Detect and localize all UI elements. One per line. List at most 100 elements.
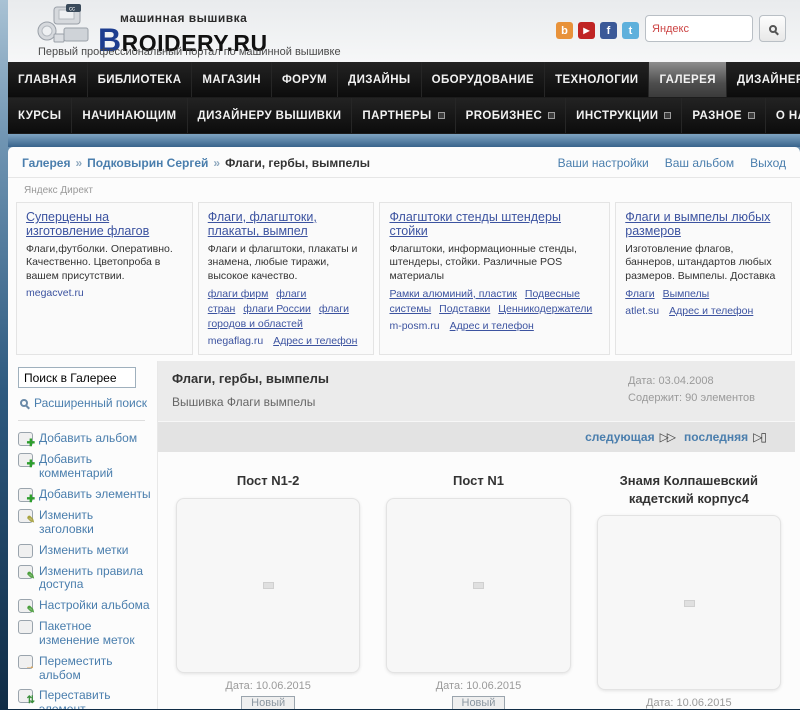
- sidebar-reorder-item[interactable]: Переставить элемент: [18, 688, 151, 709]
- next-page-link[interactable]: следующая: [585, 430, 654, 444]
- main-nav: ГЛАВНАЯ БИБЛИОТЕКА МАГАЗИН ФОРУМ ДИЗАЙНЫ…: [8, 62, 800, 134]
- ad-title-link[interactable]: Флаги и вымпелы любых размеров: [625, 210, 782, 239]
- nav-glavnaya[interactable]: ГЛАВНАЯ: [8, 62, 88, 97]
- content-area: Галерея» Подковырин Сергей» Флаги, гербы, …: [8, 147, 800, 709]
- item-thumbnail[interactable]: [596, 515, 781, 691]
- nav-kursy[interactable]: КУРСЫ: [8, 98, 73, 133]
- last-page-icon[interactable]: ▷▯: [753, 430, 767, 444]
- yandex-search-button[interactable]: [759, 15, 786, 42]
- gallery-item: Знамя Колпашевский кадетский корпус4 Дат…: [591, 472, 787, 709]
- ad-domain: atlet.su: [625, 304, 660, 317]
- breadcrumb-author[interactable]: Подковырин Сергей: [87, 156, 208, 170]
- nav-partnery[interactable]: ПАРТНЕРЫ: [352, 98, 456, 133]
- sidebar-add-comment[interactable]: Добавить комментарий: [18, 453, 151, 481]
- item-title[interactable]: Пост N1: [380, 472, 576, 490]
- gallery-search-input[interactable]: [18, 367, 136, 389]
- ad-block: Флаги и вымпелы любых размеров Изготовле…: [615, 202, 792, 356]
- sidebar-edit-tags[interactable]: Изменить метки: [18, 543, 151, 558]
- nav-magazin[interactable]: МАГАЗИН: [192, 62, 272, 97]
- album-panel: Флаги, гербы, вымпелы Вышивка Флаги вымп…: [158, 361, 800, 709]
- sidebar-add-album[interactable]: Добавить альбом: [18, 432, 151, 449]
- site-tagline: Первый профессиональный портал по машинн…: [38, 46, 341, 58]
- breadcrumb-current: Флаги, гербы, вымпелы: [225, 156, 370, 170]
- yandex-search-input[interactable]: [645, 15, 753, 42]
- reorder-item-icon: [18, 689, 35, 706]
- nav-forum[interactable]: ФОРУМ: [271, 62, 338, 97]
- sidebar-move-album[interactable]: Переместить альбом: [18, 654, 151, 683]
- pagination-bar: следующая ▷▷ последняя ▷▯: [158, 421, 795, 453]
- twitter-icon[interactable]: t: [622, 22, 639, 39]
- item-date: Дата: 10.06.2015: [225, 679, 311, 692]
- next-page-icon[interactable]: ▷▷: [660, 430, 677, 444]
- gallery-item: Пост N1 Дата: 10.06.2015 Новый « операци…: [380, 472, 576, 709]
- nav-row-2: КУРСЫ НАЧИНАЮЩИМ ДИЗАЙНЕРУ ВЫШИВКИ ПАРТН…: [8, 98, 800, 134]
- youtube-icon[interactable]: ▶: [578, 22, 595, 39]
- edit-tags-icon: [18, 543, 33, 558]
- ad-sublink[interactable]: Подставки: [439, 303, 490, 315]
- ad-sublink[interactable]: Рамки алюминий, пластик: [389, 288, 516, 300]
- ad-domain: megaflag.ru: [207, 335, 264, 348]
- nav-dizayneru-vyshivki[interactable]: ДИЗАЙНЕРУ ВЫШИВКИ: [187, 98, 353, 133]
- blogger-icon[interactable]: b: [556, 22, 573, 39]
- sidebar-add-items[interactable]: Добавить элементы: [18, 487, 151, 505]
- ad-block: Суперцены на изготовление флагов Флаги,ф…: [16, 202, 193, 356]
- ad-contact-link[interactable]: Адрес и телефон: [450, 320, 534, 332]
- breadcrumb: Галерея» Подковырин Сергей» Флаги, гербы, …: [22, 156, 370, 170]
- ad-contact-link[interactable]: Адрес и телефон: [273, 335, 357, 347]
- ad-sublink[interactable]: флаги России: [243, 303, 311, 315]
- user-album-link[interactable]: Ваш альбом: [665, 156, 734, 170]
- ad-title-link[interactable]: Флаги, флагштоки, плакаты, вымпел: [208, 210, 365, 239]
- last-page-link[interactable]: последняя: [684, 430, 748, 444]
- gallery-sidebar: Расширенный поиск Добавить альбом Добави…: [8, 361, 158, 709]
- social-links: b ▶ f t: [556, 22, 639, 39]
- ad-sublink[interactable]: Флаги: [625, 288, 654, 300]
- item-thumbnail[interactable]: [176, 497, 361, 673]
- advanced-search-link[interactable]: Расширенный поиск: [20, 396, 151, 410]
- dropdown-indicator-icon: [548, 112, 556, 119]
- nav-tekhnologii[interactable]: ТЕХНОЛОГИИ: [545, 62, 650, 97]
- breadcrumb-galereya[interactable]: Галерея: [22, 156, 70, 170]
- album-date: Дата: 03.04.2008: [628, 375, 714, 388]
- item-thumbnail[interactable]: [386, 497, 571, 673]
- nav-probiznes[interactable]: PROБИЗНЕС: [455, 98, 567, 133]
- ad-sublink[interactable]: флаги фирм: [208, 288, 269, 300]
- item-title[interactable]: Пост N1-2: [170, 472, 366, 490]
- album-subtitle: Вышивка Флаги вымпелы: [172, 395, 316, 410]
- nav-o-nas[interactable]: О НАС: [765, 98, 800, 133]
- sidebar-batch-tags[interactable]: Пакетное изменение меток: [18, 619, 151, 648]
- logout-link[interactable]: Выход: [750, 156, 786, 170]
- add-album-icon: [18, 432, 35, 449]
- sidebar-edit-titles[interactable]: Изменить заголовки: [18, 508, 151, 537]
- nav-dizaynery[interactable]: ДИЗАЙНЕРЫ: [726, 62, 800, 97]
- nav-dizayny[interactable]: ДИЗАЙНЫ: [337, 62, 422, 97]
- sidebar-album-settings[interactable]: Настройки альбома: [18, 598, 151, 616]
- sidebar-edit-permissions[interactable]: Изменить правила доступа: [18, 564, 151, 593]
- ad-sublink[interactable]: Вымпелы: [663, 288, 710, 300]
- ad-title-link[interactable]: Флагштоки стенды штендеры стойки: [389, 210, 600, 239]
- user-settings-link[interactable]: Ваши настройки: [558, 156, 649, 170]
- ad-body: Изготовление флагов, баннеров, штандарто…: [625, 242, 776, 283]
- ad-title-link[interactable]: Суперцены на изготовление флагов: [26, 210, 183, 239]
- decorative-strip: [8, 134, 800, 147]
- gallery-item: Пост N1-2 Дата: 10.06.2015 Новый « опера…: [170, 472, 366, 709]
- gallery-grid: Пост N1-2 Дата: 10.06.2015 Новый « опера…: [158, 452, 795, 709]
- ad-sublink[interactable]: Ценникодержатели: [498, 303, 592, 315]
- album-title: Флаги, гербы, вымпелы: [172, 371, 329, 387]
- ad-body: Флаги и флагштоки, плакаты и знамена, лю…: [207, 242, 358, 283]
- item-date: Дата: 10.06.2015: [646, 697, 732, 709]
- facebook-icon[interactable]: f: [600, 22, 617, 39]
- item-title[interactable]: Знамя Колпашевский кадетский корпус4: [591, 472, 787, 507]
- nav-galereya[interactable]: ГАЛЕРЕЯ: [649, 62, 727, 97]
- ad-domain: megacvet.ru: [26, 286, 84, 299]
- nav-instruktsii[interactable]: ИНСТРУКЦИИ: [566, 98, 683, 133]
- nav-raznoe[interactable]: РАЗНОЕ: [682, 98, 766, 133]
- main-row: Расширенный поиск Добавить альбом Добави…: [8, 361, 800, 709]
- ad-block: Флагштоки стенды штендеры стойки Флагшто…: [379, 202, 611, 356]
- nav-oborudovanie[interactable]: ОБОРУДОВАНИЕ: [421, 62, 546, 97]
- nav-biblioteka[interactable]: БИБЛИОТЕКА: [87, 62, 193, 97]
- add-comment-icon: [18, 453, 35, 470]
- nav-nachinayushchim[interactable]: НАЧИНАЮЩИМ: [72, 98, 188, 133]
- edit-titles-icon: [18, 508, 35, 526]
- page-header: cc машинная вышивка BROIDERY.RU Первый п…: [8, 0, 800, 62]
- ad-contact-link[interactable]: Адрес и телефон: [669, 305, 753, 317]
